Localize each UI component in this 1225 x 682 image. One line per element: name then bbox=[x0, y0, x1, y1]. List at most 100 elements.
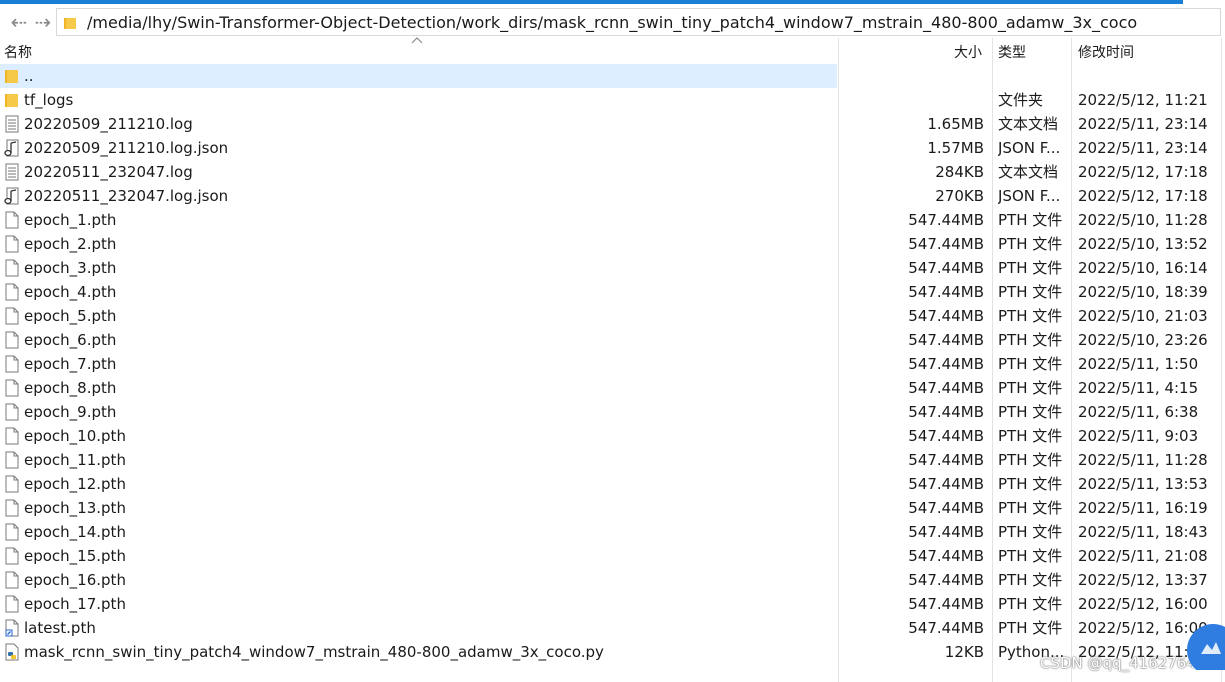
file-size: 547.44MB bbox=[908, 619, 984, 637]
folder-icon bbox=[64, 18, 76, 29]
file-name: epoch_2.pth bbox=[24, 235, 117, 253]
file-row[interactable]: 20220509_211210.log 1.65MB 文本文档 2022/5/11, … bbox=[0, 112, 1225, 136]
file-type: PTH 文件 bbox=[998, 451, 1063, 469]
file-size: 547.44MB bbox=[908, 355, 984, 373]
file-size: 547.44MB bbox=[908, 259, 984, 277]
file-row[interactable]: epoch_1.pth 547.44MB PTH 文件 2022/5/10, 11:2… bbox=[0, 208, 1225, 232]
text-file-icon bbox=[4, 115, 20, 133]
file-row[interactable]: epoch_9.pth 547.44MB PTH 文件 2022/5/11, 6:38 bbox=[0, 400, 1225, 424]
file-row[interactable]: 20220509_211210.log.json 1.57MB JSON F... 2… bbox=[0, 136, 1225, 160]
file-row[interactable]: epoch_14.pth 547.44MB PTH 文件 2022/5/11, 18:… bbox=[0, 520, 1225, 544]
file-modified: 2022/5/10, 18:39 bbox=[1078, 283, 1208, 301]
file-type: PTH 文件 bbox=[998, 307, 1063, 325]
text-file-icon bbox=[4, 163, 20, 181]
file-size: 547.44MB bbox=[908, 307, 984, 325]
file-name: epoch_14.pth bbox=[24, 523, 126, 541]
file-name: epoch_10.pth bbox=[24, 427, 126, 445]
file-row[interactable]: epoch_4.pth 547.44MB PTH 文件 2022/5/10, 18:3… bbox=[0, 280, 1225, 304]
file-size: 547.44MB bbox=[908, 211, 984, 229]
file-modified: 2022/5/12, 17:18 bbox=[1078, 187, 1208, 205]
forward-arrow-icon[interactable]: ⇢ bbox=[32, 12, 54, 32]
file-row[interactable]: epoch_12.pth 547.44MB PTH 文件 2022/5/11, 13:… bbox=[0, 472, 1225, 496]
assistant-badge-icon[interactable] bbox=[1183, 610, 1225, 670]
file-icon bbox=[4, 427, 20, 445]
file-row[interactable]: epoch_11.pth 547.44MB PTH 文件 2022/5/11, 11:… bbox=[0, 448, 1225, 472]
file-icon bbox=[4, 475, 20, 493]
file-modified: 2022/5/11, 6:38 bbox=[1078, 403, 1199, 421]
file-row[interactable]: epoch_2.pth 547.44MB PTH 文件 2022/5/10, 13:5… bbox=[0, 232, 1225, 256]
file-name: epoch_13.pth bbox=[24, 499, 126, 517]
file-name: tf_logs bbox=[24, 91, 74, 109]
file-name: epoch_7.pth bbox=[24, 355, 117, 373]
file-icon bbox=[4, 211, 20, 229]
file-type: PTH 文件 bbox=[998, 499, 1063, 517]
file-row[interactable]: 20220511_232047.log 284KB 文本文档 2022/5/12, 1… bbox=[0, 160, 1225, 184]
file-icon bbox=[4, 307, 20, 325]
file-type: PTH 文件 bbox=[998, 211, 1063, 229]
file-type: PTH 文件 bbox=[998, 379, 1063, 397]
folder-icon bbox=[4, 91, 20, 109]
file-size: 547.44MB bbox=[908, 331, 984, 349]
path-text: /media/lhy/Swin-Transformer-Object-Detec… bbox=[87, 13, 1138, 32]
file-row[interactable]: .. bbox=[0, 64, 1225, 88]
file-row[interactable]: epoch_17.pth 547.44MB PTH 文件 2022/5/12, 16:… bbox=[0, 592, 1225, 616]
column-size[interactable]: 大小 bbox=[954, 42, 982, 62]
column-modified[interactable]: 修改时间 bbox=[1078, 42, 1134, 62]
file-size: 1.57MB bbox=[927, 139, 984, 157]
file-name: epoch_4.pth bbox=[24, 283, 117, 301]
file-type: PTH 文件 bbox=[998, 331, 1063, 349]
folder-icon bbox=[4, 67, 20, 85]
file-icon bbox=[4, 379, 20, 397]
file-icon bbox=[4, 451, 20, 469]
file-row[interactable]: epoch_3.pth 547.44MB PTH 文件 2022/5/10, 16:1… bbox=[0, 256, 1225, 280]
file-icon bbox=[4, 595, 20, 613]
column-header: 名称 大小 类型 修改时间 bbox=[0, 38, 1225, 64]
file-modified: 2022/5/10, 16:14 bbox=[1078, 259, 1208, 277]
file-row[interactable]: epoch_7.pth 547.44MB PTH 文件 2022/5/11, 1:50 bbox=[0, 352, 1225, 376]
file-name: epoch_3.pth bbox=[24, 259, 117, 277]
file-name: epoch_11.pth bbox=[24, 451, 126, 469]
file-row[interactable]: epoch_10.pth 547.44MB PTH 文件 2022/5/11, 9:0… bbox=[0, 424, 1225, 448]
file-row[interactable]: latest.pth 547.44MB PTH 文件 2022/5/12, 16:00 bbox=[0, 616, 1225, 640]
file-row[interactable]: 20220511_232047.log.json 270KB JSON F... 20… bbox=[0, 184, 1225, 208]
file-modified: 2022/5/10, 21:03 bbox=[1078, 307, 1208, 325]
file-modified: 2022/5/11, 11:28 bbox=[1078, 451, 1208, 469]
file-modified: 2022/5/11, 23:14 bbox=[1078, 139, 1208, 157]
file-row[interactable]: epoch_13.pth 547.44MB PTH 文件 2022/5/11, 16:… bbox=[0, 496, 1225, 520]
file-type: PTH 文件 bbox=[998, 475, 1063, 493]
back-arrow-icon[interactable]: ⇠ bbox=[8, 12, 30, 32]
file-icon bbox=[4, 547, 20, 565]
file-type: PTH 文件 bbox=[998, 259, 1063, 277]
file-name: 20220511_232047.log bbox=[24, 163, 193, 181]
file-type: PTH 文件 bbox=[998, 283, 1063, 301]
file-icon bbox=[4, 331, 20, 349]
file-size: 270KB bbox=[935, 187, 984, 205]
column-type[interactable]: 类型 bbox=[998, 42, 1026, 62]
column-name[interactable]: 名称 bbox=[4, 42, 32, 62]
file-row[interactable]: epoch_6.pth 547.44MB PTH 文件 2022/5/10, 23:2… bbox=[0, 328, 1225, 352]
file-row[interactable]: epoch_5.pth 547.44MB PTH 文件 2022/5/10, 21:0… bbox=[0, 304, 1225, 328]
file-size: 547.44MB bbox=[908, 427, 984, 445]
json-file-icon bbox=[4, 187, 20, 205]
file-type: JSON F... bbox=[998, 139, 1061, 157]
file-size: 284KB bbox=[935, 163, 984, 181]
file-name: 20220509_211210.log bbox=[24, 115, 193, 133]
file-type: PTH 文件 bbox=[998, 523, 1063, 541]
file-modified: 2022/5/11, 23:14 bbox=[1078, 115, 1208, 133]
file-row[interactable]: epoch_15.pth 547.44MB PTH 文件 2022/5/11, 21:… bbox=[0, 544, 1225, 568]
file-icon bbox=[4, 403, 20, 421]
file-modified: 2022/5/11, 4:15 bbox=[1078, 379, 1199, 397]
file-row[interactable]: tf_logs 文件夹 2022/5/12, 11:21 bbox=[0, 88, 1225, 112]
file-row[interactable]: epoch_16.pth 547.44MB PTH 文件 2022/5/12, 13:… bbox=[0, 568, 1225, 592]
file-row[interactable]: epoch_8.pth 547.44MB PTH 文件 2022/5/11, 4:15 bbox=[0, 376, 1225, 400]
path-input[interactable]: /media/lhy/Swin-Transformer-Object-Detec… bbox=[56, 8, 1221, 36]
file-type: PTH 文件 bbox=[998, 235, 1063, 253]
file-name: epoch_1.pth bbox=[24, 211, 117, 229]
shortcut-file-icon bbox=[4, 619, 20, 637]
file-icon bbox=[4, 283, 20, 301]
file-size: 547.44MB bbox=[908, 499, 984, 517]
file-modified: 2022/5/11, 9:03 bbox=[1078, 427, 1199, 445]
file-name: 20220511_232047.log.json bbox=[24, 187, 229, 205]
file-icon bbox=[4, 355, 20, 373]
file-icon bbox=[4, 499, 20, 517]
